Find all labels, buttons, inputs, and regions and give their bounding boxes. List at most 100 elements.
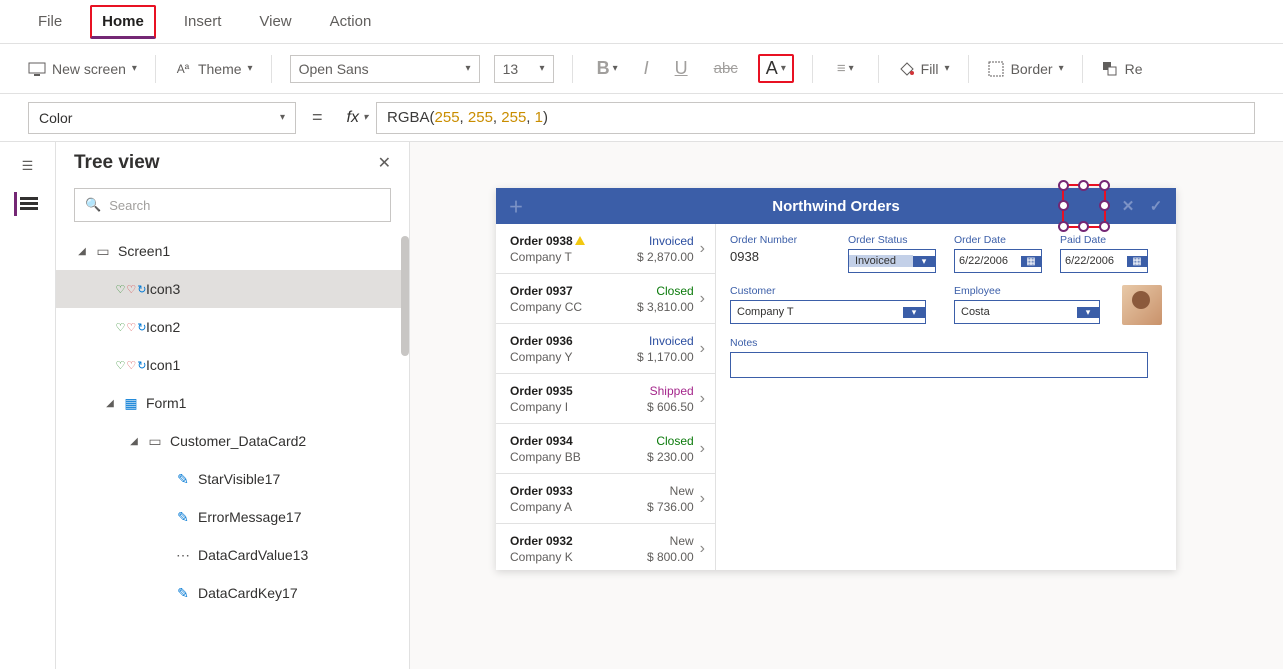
align-button[interactable]: ≡▾ (831, 56, 860, 81)
control-icon: ✎ (174, 509, 192, 526)
employee-avatar (1122, 285, 1162, 325)
scrollbar-thumb[interactable] (401, 236, 409, 356)
label-order-status: Order Status (848, 234, 936, 246)
paid-date-input[interactable]: 6/22/2006▦ (1060, 249, 1148, 273)
status-combo[interactable]: Invoiced▾ (848, 249, 936, 273)
orders-list[interactable]: Order 0938Company TInvoiced$ 2,870.00›Or… (496, 224, 716, 570)
chevron-down-icon: ▾ (913, 256, 935, 267)
tab-view[interactable]: View (249, 7, 301, 36)
chevron-right-icon: › (700, 340, 705, 358)
rail-tree-view[interactable] (14, 192, 38, 216)
order-row[interactable]: Order 0937Company CCClosed$ 3,810.00› (496, 274, 715, 324)
chevron-right-icon: › (700, 290, 705, 308)
employee-combo[interactable]: Costa▾ (954, 300, 1100, 324)
ribbon: New screen ▾ Aª Theme ▾ Open Sans▾ 13▾ B… (0, 44, 1283, 94)
tree-node-icon2[interactable]: ♡♡↻Icon2 (56, 308, 409, 346)
formula-input[interactable]: RGBA(255, 255, 255, 1) (377, 102, 1255, 134)
tab-insert[interactable]: Insert (174, 7, 232, 36)
chevron-down-icon: ▾ (248, 63, 253, 74)
notes-input[interactable] (730, 352, 1148, 378)
add-icon[interactable]: ＋ (504, 194, 528, 218)
warning-icon (575, 236, 585, 245)
strike-button[interactable]: abc (708, 56, 744, 81)
equals-sign: = (306, 107, 329, 128)
calendar-icon: ▦ (1021, 256, 1041, 267)
card-icon: ▭ (146, 433, 164, 450)
font-family-value: Open Sans (299, 61, 369, 77)
new-screen-button[interactable]: New screen ▾ (28, 60, 137, 78)
font-size-value: 13 (503, 61, 519, 77)
chevron-right-icon: › (700, 540, 705, 558)
tree-node-datacardvalue[interactable]: ⋯DataCardValue13 (56, 536, 409, 574)
label-order-number: Order Number (730, 234, 830, 246)
panel-title: Tree view (74, 152, 160, 174)
tree-node-icon1[interactable]: ♡♡↻Icon1 (56, 346, 409, 384)
tree-node-form1[interactable]: ◢▦Form1 (56, 384, 409, 422)
tree-node-icon3[interactable]: ♡♡↻Icon3 (56, 270, 409, 308)
formula-bar: Color ▾ = fx▾ RGBA(255, 255, 255, 1) (0, 94, 1283, 142)
selection-overlay (1062, 184, 1106, 228)
theme-button[interactable]: Aª Theme ▾ (174, 60, 253, 78)
align-icon: ≡ (837, 60, 846, 77)
left-rail: ☰ (0, 142, 56, 669)
label-employee: Employee (954, 285, 1104, 297)
chevron-right-icon: › (700, 390, 705, 408)
value-order-number: 0938 (730, 249, 830, 264)
order-row[interactable]: Order 0936Company YInvoiced$ 1,170.00› (496, 324, 715, 374)
tab-home[interactable]: Home (90, 5, 156, 39)
order-row[interactable]: Order 0934Company BBClosed$ 230.00› (496, 424, 715, 474)
border-label: Border (1011, 61, 1053, 77)
cancel-icon[interactable]: ✕ (1116, 194, 1140, 218)
font-family-combo[interactable]: Open Sans▾ (290, 55, 480, 83)
chevron-down-icon: ▾ (903, 307, 925, 318)
order-date-input[interactable]: 6/22/2006▦ (954, 249, 1042, 273)
tree-node-datacardkey[interactable]: ✎DataCardKey17 (56, 574, 409, 612)
formula-fn: RGBA (387, 109, 430, 126)
chevron-down-icon: ▾ (781, 63, 786, 74)
reorder-button[interactable]: Re (1101, 60, 1143, 78)
border-button[interactable]: Border▾ (987, 60, 1064, 78)
order-row[interactable]: Order 0938Company TInvoiced$ 2,870.00› (496, 224, 715, 274)
tree: ◢▭Screen1 ♡♡↻Icon3 ♡♡↻Icon2 ♡♡↻Icon1 ◢▦F… (56, 232, 409, 669)
order-row[interactable]: Order 0932Company KNew$ 800.00› (496, 524, 715, 570)
tree-node-datacard[interactable]: ◢▭Customer_DataCard2 (56, 422, 409, 460)
close-icon[interactable]: ✕ (378, 153, 391, 173)
property-selector[interactable]: Color ▾ (28, 102, 296, 134)
fx-button[interactable]: fx▾ (339, 102, 377, 134)
rail-hamburger[interactable]: ☰ (16, 154, 40, 178)
new-screen-label: New screen (52, 61, 126, 77)
dropdown-icon: ⋯ (174, 547, 192, 564)
form-icon: ▦ (122, 395, 140, 412)
tree-view-panel: Tree view ✕ 🔍 Search ◢▭Screen1 ♡♡↻Icon3 … (56, 142, 410, 669)
icon-group-icon: ♡♡↻ (122, 359, 140, 372)
underline-button[interactable]: U (669, 54, 694, 83)
chevron-right-icon: › (700, 490, 705, 508)
italic-button[interactable]: I (638, 54, 655, 83)
customer-combo[interactable]: Company T▾ (730, 300, 926, 324)
font-color-button[interactable]: A▾ (758, 54, 794, 83)
label-order-date: Order Date (954, 234, 1042, 246)
screen-icon: ▭ (94, 243, 112, 260)
label-customer: Customer (730, 285, 936, 297)
order-row[interactable]: Order 0935Company IShipped$ 606.50› (496, 374, 715, 424)
reorder-label: Re (1125, 61, 1143, 77)
control-icon: ✎ (174, 471, 192, 488)
order-row[interactable]: Order 0933Company ANew$ 736.00› (496, 474, 715, 524)
search-input[interactable]: 🔍 Search (74, 188, 391, 222)
bold-button[interactable]: B▾ (591, 54, 624, 83)
search-icon: 🔍 (85, 197, 101, 213)
tab-file[interactable]: File (28, 7, 72, 36)
icon-group-icon: ♡♡↻ (122, 283, 140, 296)
tree-node-starvisible[interactable]: ✎StarVisible17 (56, 460, 409, 498)
tree-node-screen1[interactable]: ◢▭Screen1 (56, 232, 409, 270)
font-size-combo[interactable]: 13▾ (494, 55, 554, 83)
calendar-icon: ▦ (1127, 256, 1147, 267)
canvas[interactable]: ＋ Northwind Orders ✕ ✓ Order 0938Company… (410, 142, 1283, 669)
submit-icon[interactable]: ✓ (1144, 194, 1168, 218)
chevron-down-icon: ▾ (280, 112, 285, 123)
fill-button[interactable]: Fill▾ (897, 60, 950, 78)
order-form: Order Number0938 Order Status Invoiced▾ … (716, 224, 1176, 570)
chevron-down-icon: ▾ (132, 63, 137, 74)
tab-action[interactable]: Action (320, 7, 382, 36)
tree-node-errormessage[interactable]: ✎ErrorMessage17 (56, 498, 409, 536)
